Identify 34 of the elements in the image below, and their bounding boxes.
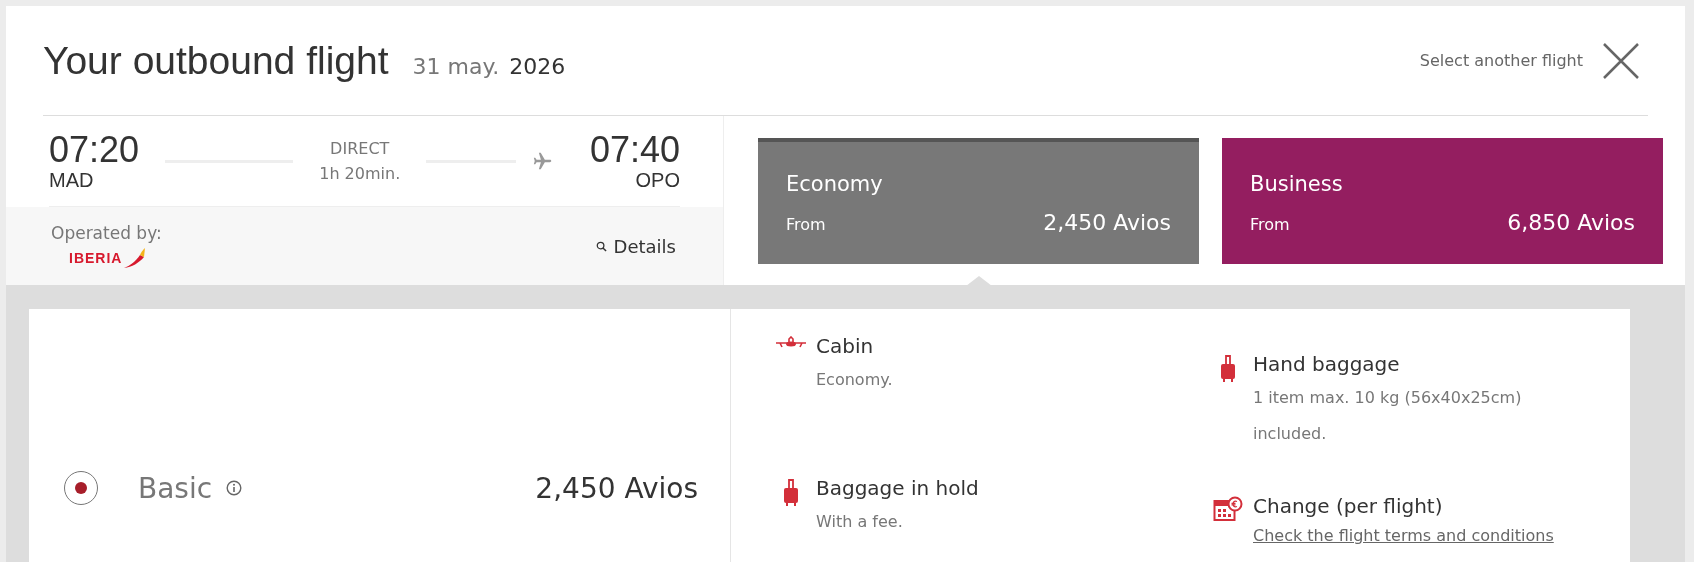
feature-title: Change (per flight) [1253,494,1444,518]
suitcase-icon [783,478,799,506]
feature-title: Baggage in hold [816,476,979,500]
plane-icon [531,150,554,172]
operated-by-label: Operated by: [51,223,162,243]
details-button[interactable]: Details [595,235,676,257]
page-title: Your outbound flight [43,38,389,83]
airline-logo: IBERIA [69,247,147,269]
feature-detail: With a fee. [816,511,904,533]
feature-detail: included. [1253,423,1328,445]
arrival-airport: OPO [635,170,680,190]
search-icon [595,240,607,252]
calendar-icon [1213,496,1243,524]
feature-detail: Economy. [816,369,893,391]
cabin-option[interactable]: Business From 6,850 Avios [1222,138,1663,264]
flight-year: 2026 [509,53,566,79]
flight-type: DIRECT [330,139,390,158]
flight-date: 31 may. [412,53,500,79]
fare-name: Basic [138,471,213,505]
arrival-time: 07:40 [589,132,680,168]
fare-price: 2,450 Avios [535,471,698,505]
select-another-flight-link[interactable]: Select another flight [1419,51,1583,70]
departure-time: 07:20 [49,132,140,168]
feature-title: Cabin [816,334,875,358]
plane-icon [776,336,806,350]
info-icon[interactable] [226,480,243,496]
suitcase-icon [1220,354,1236,382]
flight-duration: 1h 20min. [319,164,401,183]
feature-detail: 1 item max. 10 kg (56x40x25cm) [1253,387,1522,409]
departure-airport: MAD [49,170,95,190]
cabin-option[interactable]: Economy From 2,450 Avios [758,138,1199,264]
terms-link[interactable]: Check the flight terms and conditions [1253,526,1554,545]
feature-title: Hand baggage [1253,352,1401,376]
close-icon[interactable] [1603,42,1639,79]
